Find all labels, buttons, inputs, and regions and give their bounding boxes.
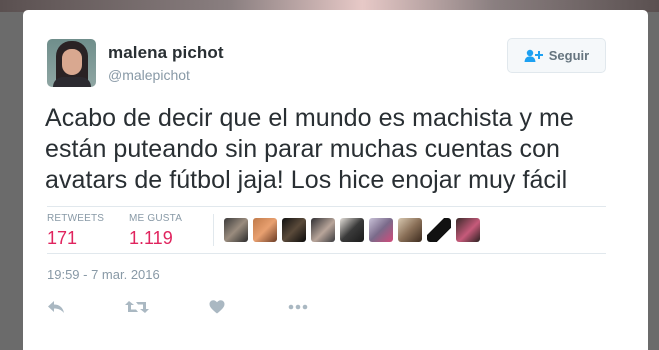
follow-button-label: Seguir (548, 48, 590, 63)
liker-avatar[interactable] (398, 218, 422, 242)
follow-button[interactable]: Seguir (507, 38, 606, 73)
user-handle[interactable]: @malepichot (108, 67, 190, 83)
likes-label: ME GUSTA (129, 213, 183, 224)
tweet-line: están puteando sin parar muchas cuentas … (45, 135, 560, 163)
liker-avatar[interactable] (224, 218, 248, 242)
person-plus-icon (524, 49, 544, 63)
likers-avatars (224, 218, 480, 242)
liker-avatar[interactable] (456, 218, 480, 242)
user-avatar[interactable] (47, 39, 96, 87)
likes-stat[interactable]: ME GUSTA 1.119 (129, 213, 182, 249)
tweet-line: Acabo de decir que el mundo es machista … (45, 104, 574, 132)
likes-count: 1.119 (129, 228, 173, 248)
liker-avatar[interactable] (340, 218, 364, 242)
tweet-text: Acabo de decir que el mundo es machista … (45, 103, 635, 196)
divider (47, 206, 606, 207)
retweet-icon[interactable] (125, 299, 149, 320)
liker-avatar[interactable] (253, 218, 277, 242)
more-icon[interactable] (288, 299, 308, 320)
tweet-line: avatars de fútbol jaja! Los hice enojar … (45, 166, 568, 194)
tweet-card: malena pichot @malepichot Seguir Acabo d… (23, 10, 648, 350)
divider (213, 214, 214, 246)
liker-avatar[interactable] (311, 218, 335, 242)
reply-icon[interactable] (47, 299, 65, 320)
liker-avatar[interactable] (282, 218, 306, 242)
heart-icon[interactable] (209, 299, 225, 320)
divider (47, 253, 606, 254)
retweets-stat[interactable]: RETWEETS 171 (47, 213, 104, 249)
user-display-name[interactable]: malena pichot (108, 43, 224, 63)
retweets-label: RETWEETS (47, 213, 105, 224)
liker-avatar[interactable] (369, 218, 393, 242)
tweet-timestamp[interactable]: 19:59 - 7 mar. 2016 (47, 267, 160, 282)
retweets-count: 171 (47, 228, 78, 248)
liker-avatar[interactable] (427, 218, 451, 242)
